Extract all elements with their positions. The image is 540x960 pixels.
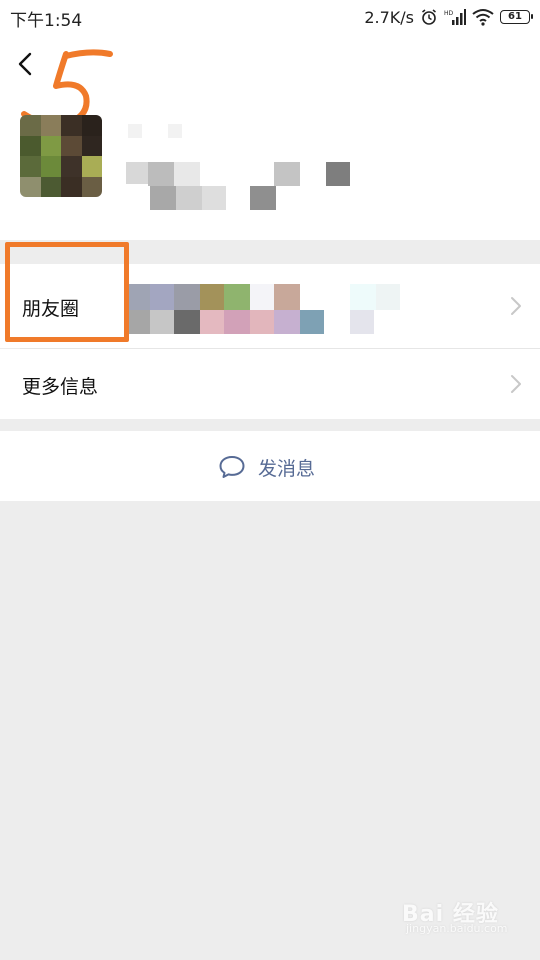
status-bar: 下午1:54 2.7K/s HD 61 <box>0 0 540 34</box>
chevron-right-icon <box>511 375 521 393</box>
status-icons: 2.7K/s HD 61 <box>364 5 533 29</box>
svg-text:HD: HD <box>444 10 454 17</box>
watermark: Bai 经验 jingyan.baidu.com <box>402 892 512 942</box>
wifi-icon <box>472 9 494 26</box>
hd-signal-icon: HD <box>444 9 466 25</box>
send-message-button[interactable]: 发消息 <box>0 431 540 501</box>
annotation-highlight-box <box>5 242 129 342</box>
chat-bubble-icon <box>219 456 245 478</box>
watermark-url: jingyan.baidu.com <box>406 922 508 935</box>
avatar[interactable] <box>20 115 102 197</box>
profile-name-blurred <box>128 124 188 138</box>
battery-level: 61 <box>508 11 522 22</box>
more-info-row[interactable]: 更多信息 <box>0 349 540 419</box>
profile-section <box>0 34 540 240</box>
moments-preview-blurred <box>128 284 408 336</box>
alarm-icon <box>422 9 436 25</box>
profile-details-blurred <box>124 158 354 210</box>
network-speed: 2.7K/s <box>364 7 414 27</box>
more-info-label: 更多信息 <box>22 376 99 398</box>
send-message-label: 发消息 <box>258 457 316 480</box>
chevron-right-icon <box>511 297 521 315</box>
send-message-content: 发消息 <box>218 453 315 481</box>
battery-icon: 61 <box>500 10 533 24</box>
status-time: 下午1:54 <box>10 11 83 31</box>
